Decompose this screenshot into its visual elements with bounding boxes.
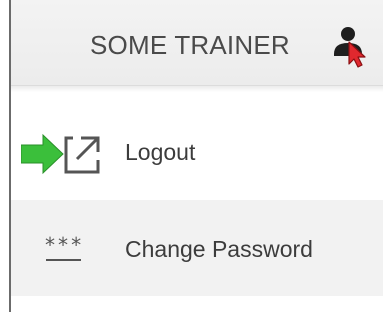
green-arrow-pointer-icon	[21, 133, 64, 175]
user-name-title: SOME TRAINER	[90, 30, 290, 60]
change-password-label: Change Password	[125, 236, 313, 262]
user-menu-header[interactable]: SOME TRAINER	[11, 0, 383, 86]
user-menu-dropdown: SOME TRAINER Logout *** Change Password	[0, 0, 383, 312]
logout-icon	[21, 133, 100, 175]
password-stars-text: ***	[44, 233, 84, 257]
menu-item-logout[interactable]: Logout	[11, 92, 383, 208]
menu-item-change-password[interactable]: *** Change Password	[11, 200, 383, 296]
logout-label: Logout	[125, 139, 196, 165]
menu-bottom-space	[11, 296, 383, 312]
external-link-icon	[64, 136, 100, 174]
user-icon[interactable]	[333, 24, 371, 68]
user-icon-head	[341, 27, 355, 41]
password-underline	[46, 259, 81, 261]
password-icon: ***	[44, 233, 92, 267]
